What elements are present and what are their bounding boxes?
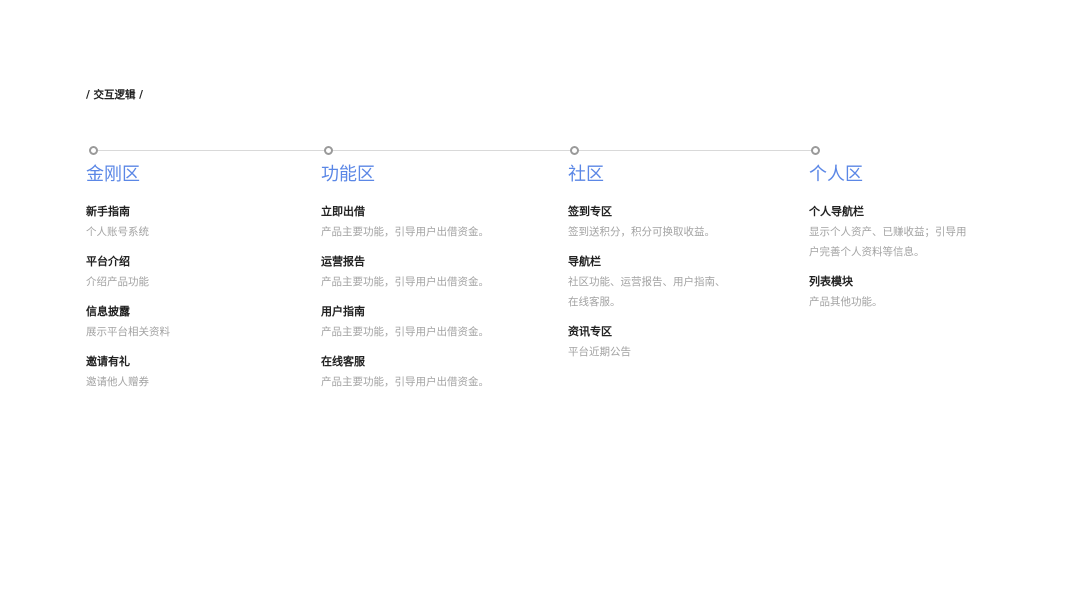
item-title: 平台介绍 [86, 255, 130, 268]
item-title: 列表模块 [809, 275, 853, 288]
list-item: 新手指南 个人账号系统 [86, 204, 170, 242]
timeline-node [89, 146, 98, 155]
section-geren: 个人区 个人导航栏 显示个人资产、已赚收益；引导用 户完善个人资料等信息。 列表… [809, 163, 967, 324]
item-desc: 在线客服。 [568, 296, 621, 308]
item-desc: 产品其他功能。 [809, 296, 883, 308]
timeline-line [93, 150, 815, 151]
list-item: 信息披露 展示平台相关资料 [86, 304, 170, 342]
item-title: 新手指南 [86, 205, 130, 218]
item-title: 在线客服 [321, 355, 365, 368]
list-item: 签到专区 签到送积分，积分可换取收益。 [568, 204, 726, 242]
item-desc: 显示个人资产、已赚收益；引导用 [809, 226, 967, 238]
item-title: 资讯专区 [568, 325, 612, 338]
item-desc: 产品主要功能，引导用户出借资金。 [321, 276, 489, 288]
item-title: 签到专区 [568, 205, 612, 218]
list-item: 导航栏 社区功能、运营报告、用户指南、 在线客服。 [568, 254, 726, 312]
section-title: 个人区 [809, 164, 863, 185]
section-gongneng: 功能区 立即出借 产品主要功能，引导用户出借资金。 运营报告 产品主要功能，引导… [321, 163, 489, 404]
item-title: 信息披露 [86, 305, 130, 318]
timeline-node [811, 146, 820, 155]
list-item: 运营报告 产品主要功能，引导用户出借资金。 [321, 254, 489, 292]
list-item: 邀请有礼 邀请他人赠券 [86, 354, 170, 392]
page-title: / 交互逻辑 / [86, 89, 143, 101]
timeline-node [570, 146, 579, 155]
list-item: 个人导航栏 显示个人资产、已赚收益；引导用 户完善个人资料等信息。 [809, 204, 967, 262]
item-desc: 签到送积分，积分可换取收益。 [568, 226, 715, 238]
item-desc: 产品主要功能，引导用户出借资金。 [321, 376, 489, 388]
list-item: 平台介绍 介绍产品功能 [86, 254, 170, 292]
item-title: 运营报告 [321, 255, 365, 268]
section-title: 社区 [568, 164, 604, 185]
item-desc: 社区功能、运营报告、用户指南、 [568, 276, 726, 288]
list-item: 在线客服 产品主要功能，引导用户出借资金。 [321, 354, 489, 392]
item-desc: 户完善个人资料等信息。 [809, 246, 925, 258]
item-desc: 平台近期公告 [568, 346, 631, 358]
item-title: 用户指南 [321, 305, 365, 318]
section-jingang: 金刚区 新手指南 个人账号系统 平台介绍 介绍产品功能 信息披露 展示平台相关资… [86, 163, 170, 404]
item-desc: 个人账号系统 [86, 226, 149, 238]
list-item: 用户指南 产品主要功能，引导用户出借资金。 [321, 304, 489, 342]
list-item: 立即出借 产品主要功能，引导用户出借资金。 [321, 204, 489, 242]
list-item: 资讯专区 平台近期公告 [568, 324, 726, 362]
item-title: 立即出借 [321, 205, 365, 218]
item-desc: 邀请他人赠券 [86, 376, 149, 388]
item-desc: 展示平台相关资料 [86, 326, 170, 338]
item-desc: 介绍产品功能 [86, 276, 149, 288]
item-title: 导航栏 [568, 255, 601, 268]
item-desc: 产品主要功能，引导用户出借资金。 [321, 326, 489, 338]
section-title: 功能区 [321, 164, 375, 185]
item-title: 邀请有礼 [86, 355, 130, 368]
timeline-node [324, 146, 333, 155]
section-title: 金刚区 [86, 164, 140, 185]
item-desc: 产品主要功能，引导用户出借资金。 [321, 226, 489, 238]
section-shequ: 社区 签到专区 签到送积分，积分可换取收益。 导航栏 社区功能、运营报告、用户指… [568, 163, 726, 374]
list-item: 列表模块 产品其他功能。 [809, 274, 967, 312]
item-title: 个人导航栏 [809, 205, 864, 218]
